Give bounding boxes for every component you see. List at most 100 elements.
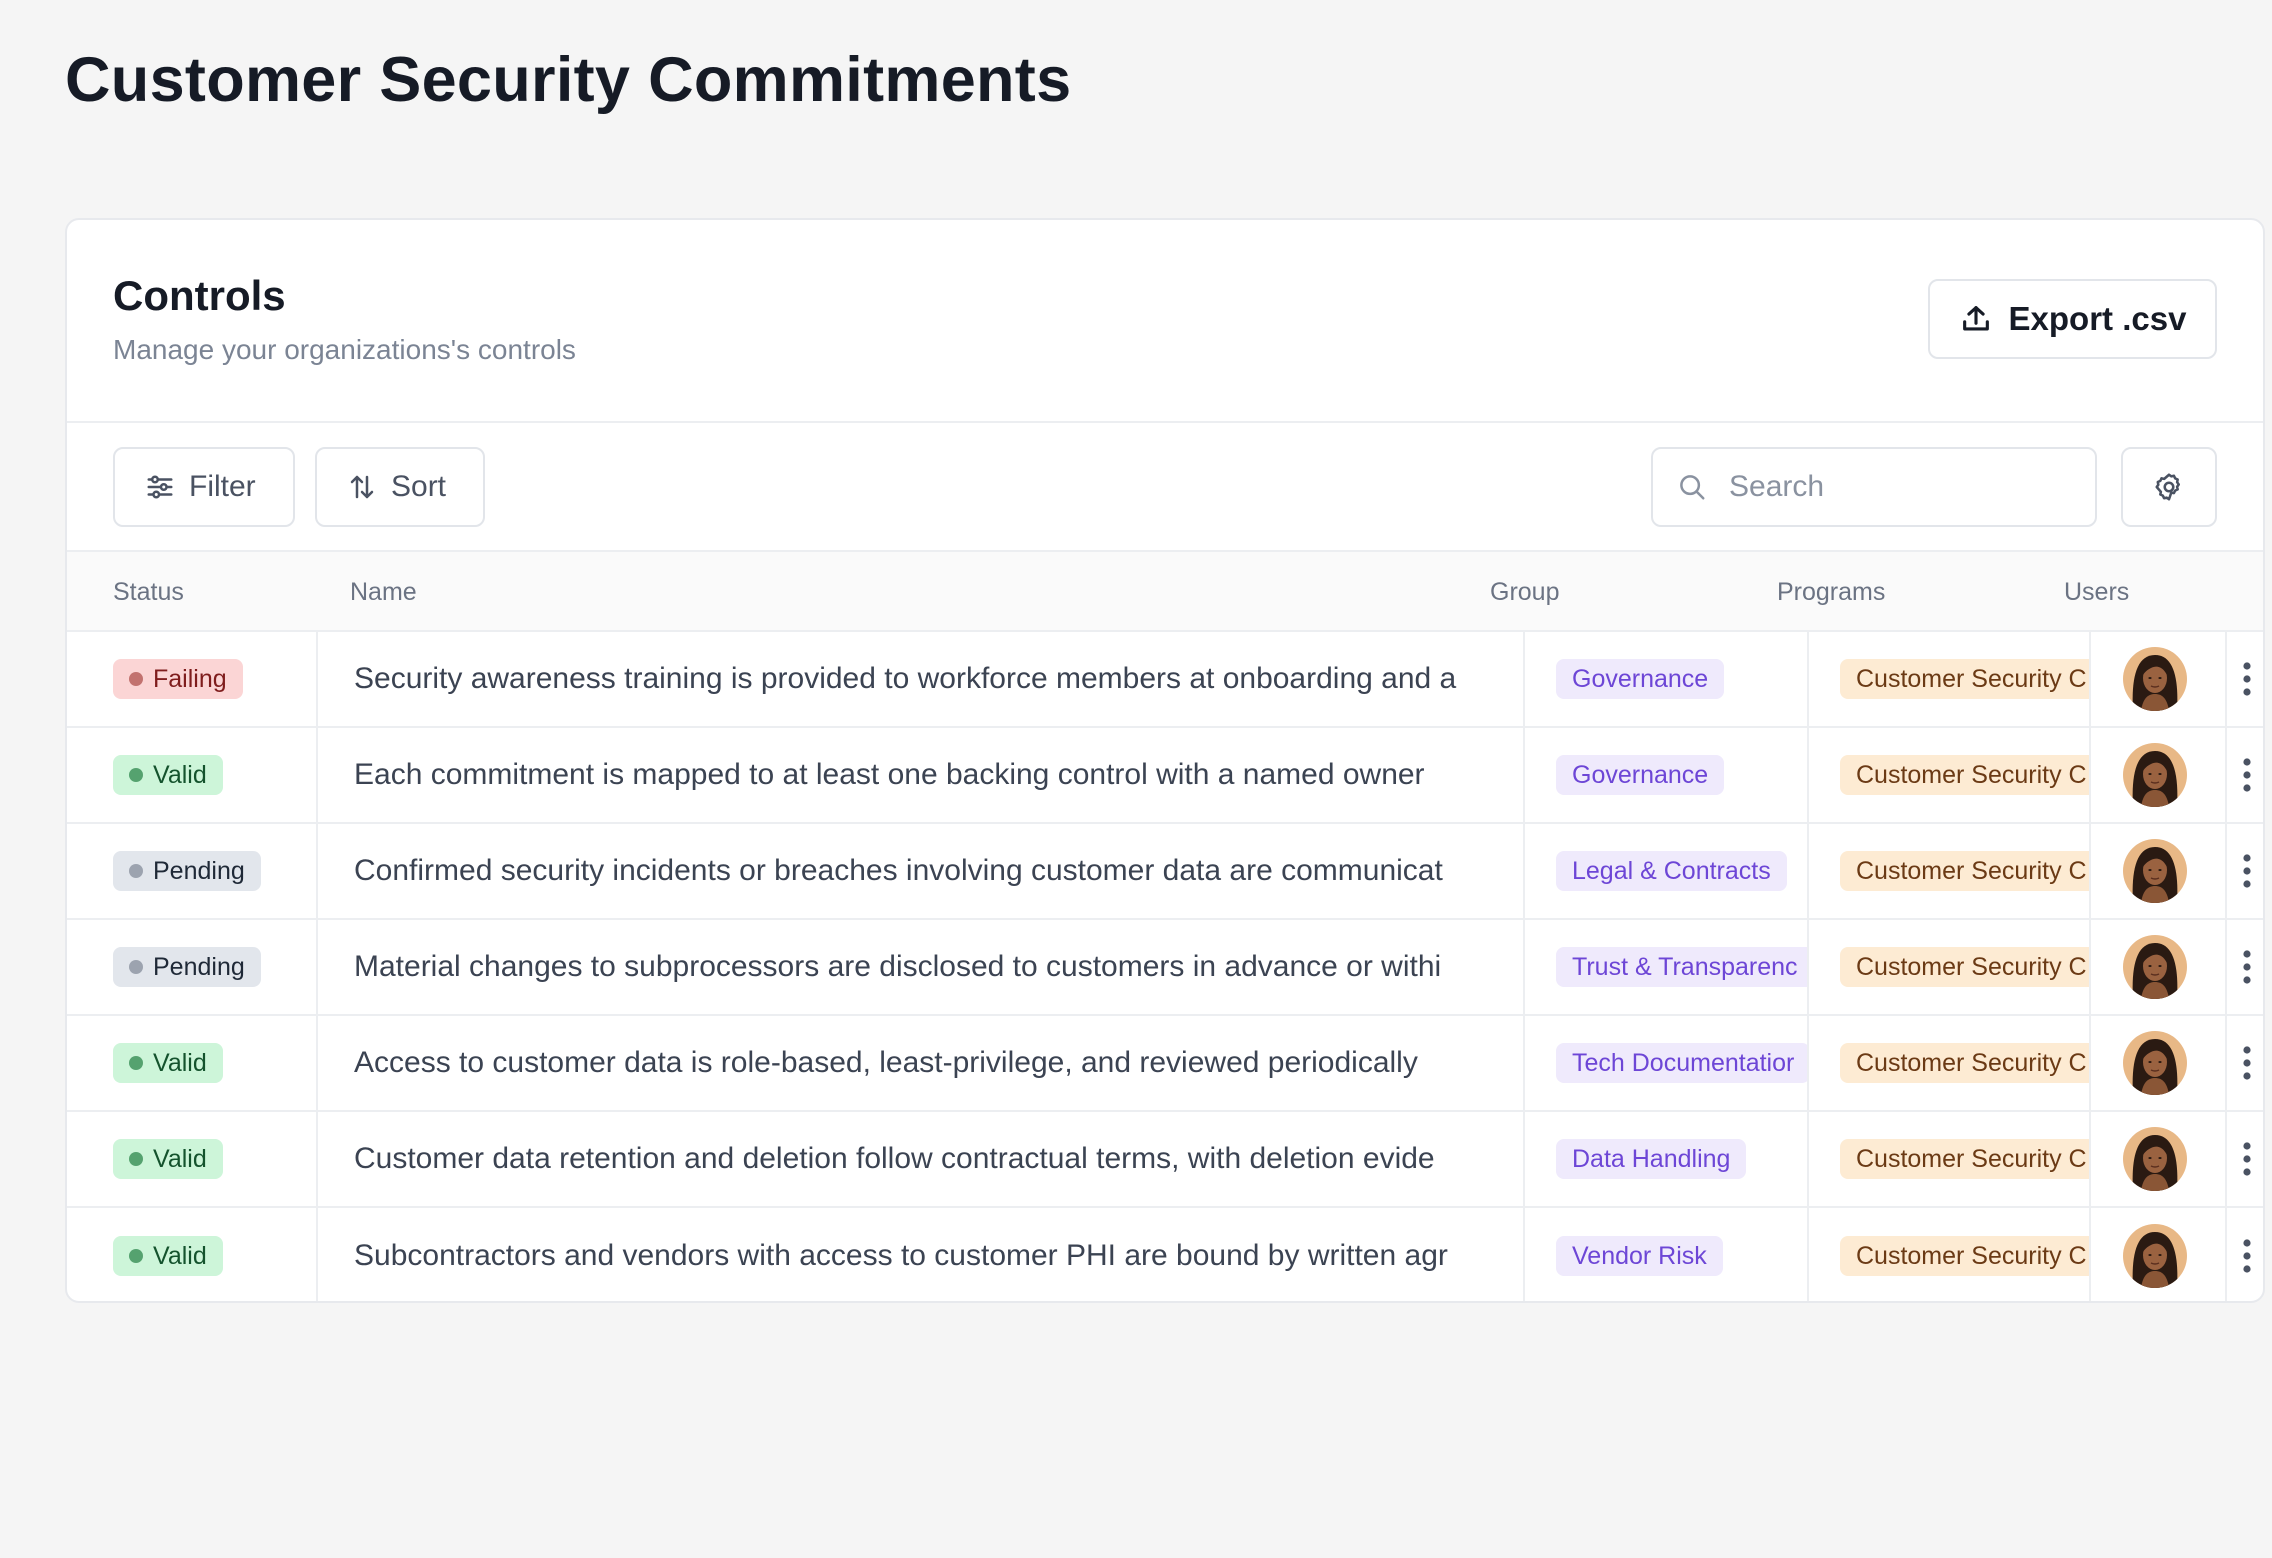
group-cell: Data Handling xyxy=(1523,1112,1807,1206)
users-cell xyxy=(2089,632,2225,726)
program-badge: Customer Security C xyxy=(1840,1139,2089,1179)
programs-cell: Customer Security C xyxy=(1807,920,2089,1014)
programs-cell: Customer Security C xyxy=(1807,1016,2089,1110)
control-name[interactable]: Customer data retention and deletion fol… xyxy=(354,1142,1523,1176)
table-row[interactable]: Valid Customer data retention and deleti… xyxy=(67,1112,2263,1208)
column-header-name[interactable]: Name xyxy=(350,578,417,607)
avatar[interactable] xyxy=(2123,935,2187,999)
control-name[interactable]: Material changes to subprocessors are di… xyxy=(354,950,1523,984)
status-dot-icon xyxy=(129,1152,143,1166)
control-name[interactable]: Access to customer data is role-based, l… xyxy=(354,1046,1523,1080)
name-cell: Confirmed security incidents or breaches… xyxy=(316,824,1523,918)
group-cell: Tech Documentatior xyxy=(1523,1016,1807,1110)
table-row[interactable]: Valid Each commitment is mapped to at le… xyxy=(67,728,2263,824)
name-cell: Subcontractors and vendors with access t… xyxy=(316,1208,1523,1301)
controls-card: Controls Manage your organizations's con… xyxy=(65,218,2265,1303)
row-actions-cell xyxy=(2225,1112,2263,1206)
program-badge: Customer Security C xyxy=(1840,1236,2089,1276)
program-badge: Customer Security C xyxy=(1840,947,2089,987)
card-header: Controls Manage your organizations's con… xyxy=(67,220,2263,423)
programs-cell: Customer Security C xyxy=(1807,824,2089,918)
status-badge: Pending xyxy=(113,851,261,891)
status-label: Pending xyxy=(153,952,245,981)
users-cell xyxy=(2089,1016,2225,1110)
control-name[interactable]: Security awareness training is provided … xyxy=(354,662,1523,696)
avatar[interactable] xyxy=(2123,647,2187,711)
search-field[interactable] xyxy=(1651,447,2097,527)
status-cell: Failing xyxy=(113,632,313,726)
group-cell: Governance xyxy=(1523,632,1807,726)
group-badge: Trust & Transparenc xyxy=(1556,947,1807,987)
arrows-up-down-icon xyxy=(350,475,374,499)
status-dot-icon xyxy=(129,960,143,974)
status-label: Valid xyxy=(153,760,207,789)
table-row[interactable]: Pending Confirmed security incidents or … xyxy=(67,824,2263,920)
table-settings-button[interactable] xyxy=(2121,447,2217,527)
status-badge: Valid xyxy=(113,1236,223,1276)
status-badge: Valid xyxy=(113,1139,223,1179)
more-vertical-icon[interactable] xyxy=(2241,755,2253,795)
sort-label: Sort xyxy=(391,470,447,503)
table-row[interactable]: Failing Security awareness training is p… xyxy=(67,632,2263,728)
sort-button[interactable]: Sort xyxy=(315,447,485,527)
program-badge: Customer Security C xyxy=(1840,755,2089,795)
more-vertical-icon[interactable] xyxy=(2241,1139,2253,1179)
status-badge: Valid xyxy=(113,755,223,795)
column-header-users[interactable]: Users xyxy=(2064,578,2129,607)
control-name[interactable]: Subcontractors and vendors with access t… xyxy=(354,1239,1523,1273)
users-cell xyxy=(2089,1112,2225,1206)
avatar[interactable] xyxy=(2123,1127,2187,1191)
status-dot-icon xyxy=(129,768,143,782)
column-header-programs[interactable]: Programs xyxy=(1777,578,1885,607)
more-vertical-icon[interactable] xyxy=(2241,1043,2253,1083)
status-cell: Valid xyxy=(113,1112,313,1206)
group-cell: Legal & Contracts xyxy=(1523,824,1807,918)
row-actions-cell xyxy=(2225,728,2263,822)
table-row[interactable]: Pending Material changes to subprocessor… xyxy=(67,920,2263,1016)
status-dot-icon xyxy=(129,864,143,878)
user-portrait-icon xyxy=(2123,839,2187,903)
avatar[interactable] xyxy=(2123,839,2187,903)
program-badge: Customer Security C xyxy=(1840,1043,2089,1083)
avatar[interactable] xyxy=(2123,743,2187,807)
search-input[interactable] xyxy=(1729,470,2069,504)
user-portrait-icon xyxy=(2123,1224,2187,1288)
export-csv-label: Export .csv xyxy=(2008,300,2187,337)
status-cell: Valid xyxy=(113,728,313,822)
more-vertical-icon[interactable] xyxy=(2241,659,2253,699)
users-cell xyxy=(2089,920,2225,1014)
control-name[interactable]: Each commitment is mapped to at least on… xyxy=(354,758,1523,792)
status-label: Pending xyxy=(153,856,245,885)
more-vertical-icon[interactable] xyxy=(2241,1236,2253,1276)
control-name[interactable]: Confirmed security incidents or breaches… xyxy=(354,854,1523,888)
avatar[interactable] xyxy=(2123,1224,2187,1288)
filter-button[interactable]: Filter xyxy=(113,447,295,527)
group-badge: Governance xyxy=(1556,659,1725,699)
status-dot-icon xyxy=(129,1056,143,1070)
table-row[interactable]: Valid Subcontractors and vendors with ac… xyxy=(67,1208,2263,1301)
status-badge: Valid xyxy=(113,1043,223,1083)
program-badge: Customer Security C xyxy=(1840,851,2089,891)
column-header-group[interactable]: Group xyxy=(1490,578,1559,607)
column-header-status[interactable]: Status xyxy=(113,578,184,607)
status-dot-icon xyxy=(129,672,143,686)
row-actions-cell xyxy=(2225,824,2263,918)
export-csv-button[interactable]: Export .csv xyxy=(1928,279,2217,359)
group-cell: Governance xyxy=(1523,728,1807,822)
more-vertical-icon[interactable] xyxy=(2241,851,2253,891)
status-label: Valid xyxy=(153,1048,207,1077)
more-vertical-icon[interactable] xyxy=(2241,947,2253,987)
user-portrait-icon xyxy=(2123,1031,2187,1095)
status-dot-icon xyxy=(129,1249,143,1263)
table-body: Failing Security awareness training is p… xyxy=(67,632,2263,1301)
avatar[interactable] xyxy=(2123,1031,2187,1095)
user-portrait-icon xyxy=(2123,743,2187,807)
row-actions-cell xyxy=(2225,632,2263,726)
users-cell xyxy=(2089,1208,2225,1301)
programs-cell: Customer Security C xyxy=(1807,1112,2089,1206)
table-row[interactable]: Valid Access to customer data is role-ba… xyxy=(67,1016,2263,1112)
gear-icon xyxy=(2155,473,2180,501)
table-header: Status Name Group Programs Users xyxy=(67,550,2263,632)
status-badge: Pending xyxy=(113,947,261,987)
name-cell: Material changes to subprocessors are di… xyxy=(316,920,1523,1014)
